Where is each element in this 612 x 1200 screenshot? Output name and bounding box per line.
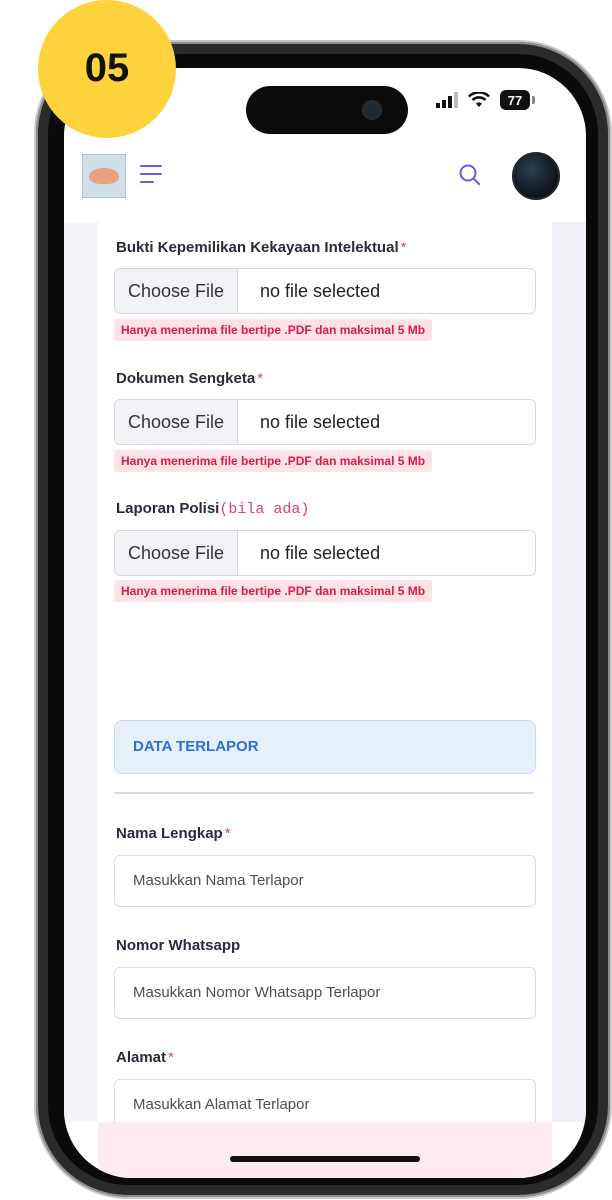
whatsapp-input[interactable]: Masukkan Nomor Whatsapp Terlapor (114, 967, 536, 1019)
polisi-file-input[interactable]: Choose File no file selected (114, 530, 536, 576)
dynamic-island (246, 86, 408, 134)
bukti-label: Bukti Kepemilikan Kekayaan Intelektual * (116, 239, 407, 256)
hamburger-icon[interactable] (140, 165, 162, 189)
section-title: DATA TERLAPOR (133, 738, 259, 755)
whatsapp-placeholder: Masukkan Nomor Whatsapp Terlapor (133, 984, 381, 1001)
choose-file-button[interactable]: Choose File (115, 269, 238, 313)
sengketa-label: Dokumen Sengketa * (116, 370, 264, 387)
alamat-label: Alamat * (116, 1049, 174, 1066)
battery-icon: 77 (500, 90, 530, 110)
search-icon[interactable] (457, 162, 483, 188)
alamat-placeholder: Masukkan Alamat Terlapor (133, 1096, 310, 1113)
status-icons: 77 (436, 90, 535, 110)
signal-icon (436, 92, 458, 108)
sengketa-file-input[interactable]: Choose File no file selected (114, 399, 536, 445)
choose-file-button[interactable]: Choose File (115, 531, 238, 575)
file-hint: Hanya menerima file bertipe .PDF dan mak… (114, 450, 433, 472)
divider (114, 792, 534, 794)
form-content: Bukti Kepemilikan Kekayaan Intelektual * … (98, 222, 552, 1178)
home-indicator[interactable] (230, 1156, 420, 1162)
wifi-icon (468, 92, 490, 107)
whatsapp-label: Nomor Whatsapp (116, 937, 241, 954)
nama-placeholder: Masukkan Nama Terlapor (133, 872, 304, 889)
file-status: no file selected (260, 542, 381, 563)
step-badge: 05 (38, 0, 176, 138)
polisi-label: Laporan Polisi(bila ada) (116, 500, 310, 518)
bukti-file-input[interactable]: Choose File no file selected (114, 268, 536, 314)
step-number: 05 (84, 45, 130, 90)
app-header (64, 148, 586, 223)
nama-label: Nama Lengkap * (116, 825, 231, 842)
phone-screen: 7 77 Bukti Kepemilikan Kekayaan Intelekt (64, 68, 586, 1178)
file-status: no file selected (260, 280, 381, 301)
camera-icon (362, 100, 382, 120)
nama-input[interactable]: Masukkan Nama Terlapor (114, 855, 536, 907)
avatar[interactable] (512, 152, 560, 200)
section-header: DATA TERLAPOR (114, 720, 536, 774)
logo-icon[interactable] (82, 154, 126, 198)
file-status: no file selected (260, 411, 381, 432)
bottom-bar (98, 1122, 552, 1178)
file-hint: Hanya menerima file bertipe .PDF dan mak… (114, 319, 433, 341)
choose-file-button[interactable]: Choose File (115, 400, 238, 444)
file-hint: Hanya menerima file bertipe .PDF dan mak… (114, 580, 433, 602)
